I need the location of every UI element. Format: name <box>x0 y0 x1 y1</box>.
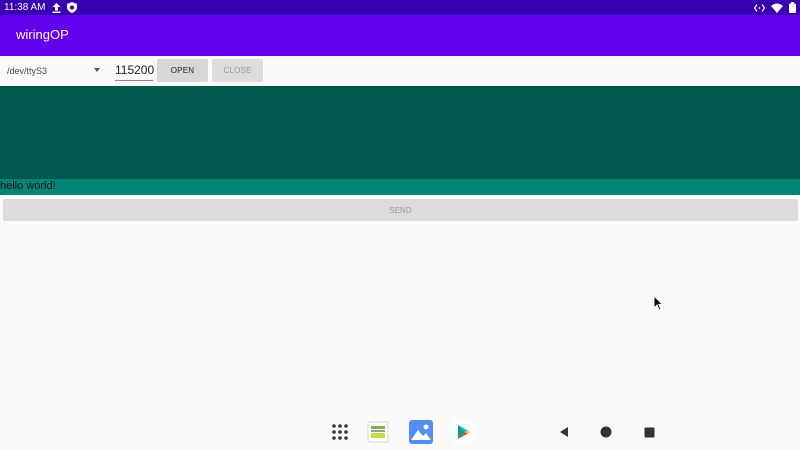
open-button[interactable]: OPEN <box>157 59 208 82</box>
gallery-app-icon[interactable] <box>366 420 390 444</box>
serial-controls: /dev/ttyS3 115200 OPEN CLOSE <box>0 56 800 86</box>
play-store-icon[interactable] <box>451 420 475 444</box>
mouse-pointer-icon <box>653 295 663 311</box>
message-input-text: hello world! <box>0 180 56 192</box>
recents-icon[interactable] <box>637 420 661 444</box>
status-time: 11:38 AM <box>4 2 46 13</box>
home-icon[interactable] <box>594 420 618 444</box>
close-button[interactable]: CLOSE <box>212 59 263 82</box>
wifi-icon <box>771 3 783 13</box>
status-bar: 11:38 AM <box>0 0 800 15</box>
ethernet-icon <box>754 3 765 12</box>
battery-icon <box>789 2 796 13</box>
app-title: wiringOP <box>16 27 69 42</box>
dropdown-arrow-icon <box>94 68 100 72</box>
send-button[interactable]: SEND <box>3 199 798 221</box>
photos-app-icon[interactable] <box>409 420 433 444</box>
port-value: /dev/ttyS3 <box>7 66 48 76</box>
port-spinner[interactable]: /dev/ttyS3 <box>0 56 110 86</box>
app-bar: wiringOP <box>0 15 800 56</box>
upload-icon <box>52 2 61 13</box>
serial-output-area <box>0 86 800 179</box>
shield-icon <box>66 2 77 13</box>
back-icon[interactable] <box>552 420 576 444</box>
navigation-bar <box>0 412 800 450</box>
apps-grid-icon[interactable] <box>328 420 352 444</box>
message-input-field[interactable]: hello world! <box>0 179 800 195</box>
baud-rate-field[interactable]: 115200 <box>115 61 154 81</box>
